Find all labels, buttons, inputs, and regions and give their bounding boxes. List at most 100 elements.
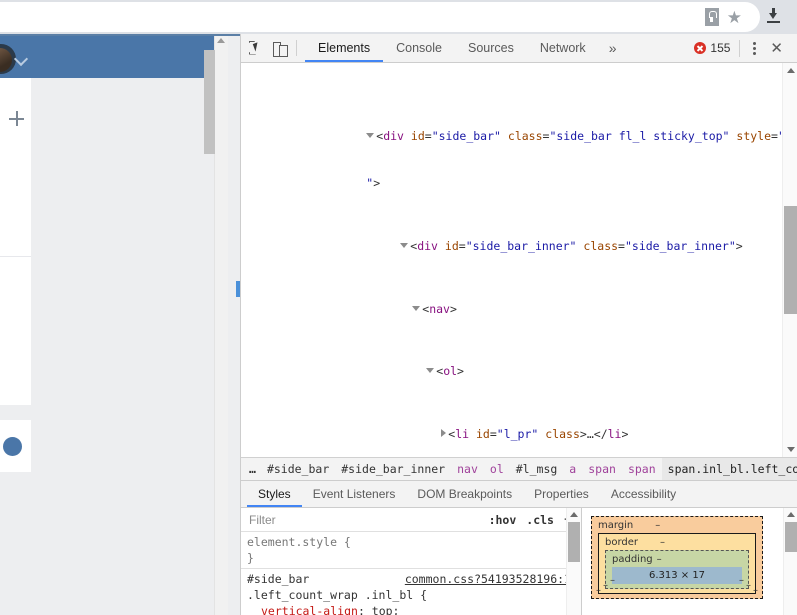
styles-panel: Filter :hov .cls + element.style { } (241, 508, 797, 615)
cls-toggle[interactable]: .cls (526, 513, 554, 527)
box-model-border-row: border – (605, 537, 749, 548)
rule-side-bar[interactable]: #side_bar common.css?54193528196:1 .left… (241, 569, 581, 615)
toolbar-divider (296, 40, 297, 56)
error-count-label: 155 (710, 41, 731, 55)
box-model-pane: margin – border – padding – 6.313 × 17 –… (582, 508, 797, 615)
rule-selector-part-1[interactable]: #side_bar (247, 571, 309, 587)
breadcrumb-item-side-bar-inner[interactable]: #side_bar_inner (335, 462, 451, 476)
styles-scrollbar[interactable] (566, 508, 581, 615)
breadcrumb-overflow[interactable]: … (247, 462, 261, 476)
download-icon[interactable] (759, 0, 787, 30)
styles-filter-bar: Filter :hov .cls + (241, 508, 581, 532)
box-model-padding-label: padding (612, 554, 653, 565)
dom-line[interactable]: "> (241, 160, 797, 190)
box-model-scrollbar[interactable] (783, 508, 797, 615)
breadcrumb-item-current[interactable]: span.inl_bl.left_count (661, 458, 797, 480)
page-left-column (0, 78, 31, 257)
plus-icon[interactable] (9, 111, 24, 126)
expand-triangle-icon[interactable] (412, 305, 421, 311)
box-model-margin-right[interactable]: – (753, 585, 758, 596)
css-declaration[interactable]: vertical-align: top; (247, 603, 575, 615)
tab-properties[interactable]: Properties (523, 481, 600, 507)
inspect-element-icon[interactable] (249, 41, 265, 56)
box-model-diagram: margin – border – padding – 6.313 × 17 –… (591, 516, 763, 599)
css-property-value[interactable]: : top; (358, 604, 400, 615)
error-icon (694, 42, 707, 54)
tab-dom-breakpoints[interactable]: DOM Breakpoints (406, 481, 523, 507)
page-header-bar (0, 36, 228, 78)
box-model-margin-value[interactable]: – (655, 520, 660, 531)
page-scrollbar[interactable] (204, 36, 228, 615)
box-model-border-value[interactable]: – (660, 537, 665, 548)
element-style-close: } (247, 551, 254, 565)
tab-sources[interactable]: Sources (455, 34, 527, 62)
dom-tree-scrollbar-thumb[interactable] (784, 206, 797, 314)
web-page-viewport (0, 34, 240, 615)
lock-icon[interactable] (704, 8, 719, 26)
box-model-padding-value[interactable]: – (657, 554, 662, 565)
box-model-margin[interactable]: margin – border – padding – 6.313 × 17 –… (591, 516, 763, 599)
tab-styles[interactable]: Styles (247, 481, 302, 507)
box-model-border-label: border (605, 537, 639, 548)
dom-tree[interactable]: <div id="side_bar" class="side_bar fl_l … (241, 63, 797, 457)
devtools-panel: Elements Console Sources Network » 155 ✕ (240, 34, 797, 615)
devtools-tool-icons (241, 34, 288, 62)
page-avatar-dot[interactable] (3, 437, 22, 456)
page-scrollbar-thumb[interactable] (204, 50, 215, 154)
error-count-badge[interactable]: 155 (694, 41, 730, 55)
box-model-margin-left[interactable]: – (596, 585, 601, 596)
devtools-tabs: Elements Console Sources Network » (305, 34, 626, 62)
css-property-name[interactable]: vertical-align (261, 604, 358, 615)
rule-stylesheet-link[interactable]: common.css?54193528196:1 (405, 571, 575, 587)
toolbar-divider-2 (739, 39, 741, 57)
dom-line[interactable]: <div id="side_bar_inner" class="side_bar… (241, 223, 797, 253)
close-icon[interactable]: ✕ (761, 41, 790, 56)
breadcrumb-item-ol[interactable]: ol (484, 462, 510, 476)
breadcrumb-item-span-2[interactable]: span (622, 462, 662, 476)
device-toolbar-icon[interactable] (273, 41, 288, 57)
scroll-up-arrow-icon[interactable] (787, 512, 795, 517)
box-model-padding-row: padding – (612, 554, 742, 565)
devtools-toolbar: Elements Console Sources Network » 155 ✕ (241, 34, 797, 63)
collapse-triangle-icon[interactable] (441, 429, 447, 438)
box-model-scrollbar-thumb[interactable] (785, 522, 797, 552)
dom-line[interactable]: <div id="side_bar" class="side_bar fl_l … (241, 113, 797, 143)
breadcrumb-item-l-msg[interactable]: #l_msg (510, 462, 564, 476)
star-icon[interactable]: ★ (721, 9, 748, 26)
breadcrumb-item-a[interactable]: a (563, 462, 582, 476)
styles-tabbar: Styles Event Listeners DOM Breakpoints P… (241, 481, 797, 508)
chevron-down-icon[interactable] (13, 51, 29, 67)
dom-line[interactable]: <li id="l_pr" class>…</li> (241, 411, 797, 441)
box-model-margin-row: margin – (598, 520, 756, 531)
expand-triangle-icon[interactable] (366, 132, 375, 138)
hov-toggle[interactable]: :hov (489, 513, 517, 527)
tab-accessibility[interactable]: Accessibility (600, 481, 687, 507)
tab-event-listeners[interactable]: Event Listeners (302, 481, 407, 507)
devtools-menu-icon[interactable] (747, 40, 761, 56)
scroll-up-arrow-icon[interactable] (570, 512, 578, 517)
styles-scrollbar-thumb[interactable] (568, 522, 580, 562)
scroll-up-arrow-icon[interactable] (786, 68, 795, 73)
omnibox-actions: ★ (704, 2, 760, 32)
filter-input[interactable]: Filter (249, 513, 276, 527)
more-tabs-button[interactable]: » (599, 40, 627, 56)
dom-line[interactable]: <ol> (241, 349, 797, 378)
styles-rules-pane: Filter :hov .cls + element.style { } (241, 508, 582, 615)
breadcrumb-item-nav[interactable]: nav (451, 462, 484, 476)
expand-triangle-icon[interactable] (426, 368, 435, 374)
rule-element-style[interactable]: element.style { } (241, 532, 581, 569)
tab-elements[interactable]: Elements (305, 34, 383, 62)
address-bar[interactable]: ★ (0, 2, 760, 32)
breadcrumb-item-side-bar[interactable]: #side_bar (261, 462, 335, 476)
dom-line[interactable]: <nav> (241, 286, 797, 316)
expand-triangle-icon[interactable] (400, 242, 409, 248)
tab-console[interactable]: Console (383, 34, 455, 62)
screenshot-root: ★ Elements Console Sources Network » 155… (0, 0, 797, 615)
rule-selector-part-2[interactable]: .left_count_wrap .inl_bl { (247, 587, 575, 603)
breadcrumb-item-span-1[interactable]: span (582, 462, 622, 476)
tab-network[interactable]: Network (527, 34, 599, 62)
scroll-down-arrow-icon[interactable] (786, 447, 795, 452)
browser-toolbar: ★ (0, 0, 797, 34)
scroll-up-arrow-icon[interactable] (217, 38, 225, 43)
dom-tree-scrollbar[interactable] (782, 63, 797, 457)
